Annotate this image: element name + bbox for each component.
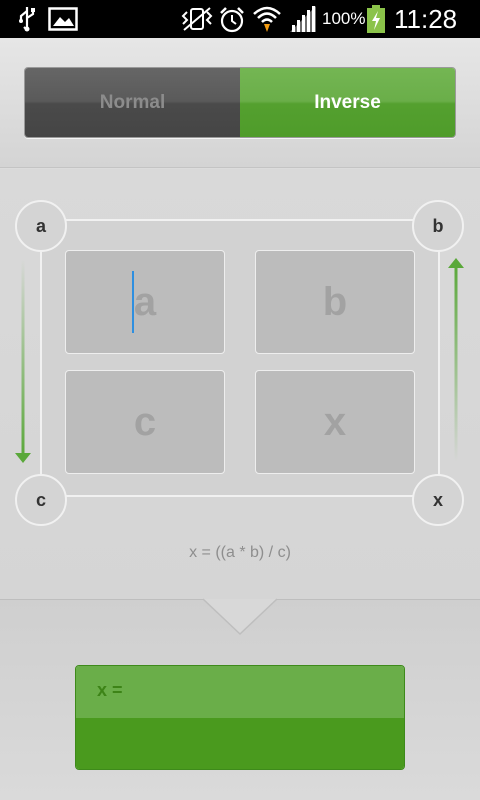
corner-b: b — [412, 200, 464, 252]
result-box: x = — [75, 665, 405, 770]
input-b-placeholder: b — [322, 279, 348, 324]
arrow-up-icon — [448, 258, 464, 462]
inverse-mode-button[interactable]: Inverse — [240, 68, 455, 137]
input-b[interactable]: b — [255, 250, 415, 354]
result-label: x = — [97, 680, 123, 700]
clock: 11:28 — [394, 4, 458, 34]
calculator-area: a b c x a b c x x = ((a * b) / c) — [0, 169, 480, 599]
corner-a: a — [15, 200, 67, 252]
input-a-placeholder: a — [133, 279, 157, 324]
normal-mode-button[interactable]: Normal — [25, 68, 240, 137]
mode-toggle-area: Normal Inverse — [0, 38, 480, 168]
corner-x: x — [412, 474, 464, 526]
usb-icon — [19, 7, 35, 32]
alarm-icon — [220, 7, 244, 33]
wifi-icon — [253, 6, 281, 32]
image-icon — [48, 7, 78, 31]
signal-icon — [290, 6, 316, 32]
input-c-placeholder: c — [133, 399, 157, 444]
mode-toggle: Normal Inverse — [24, 67, 456, 138]
battery-percent: 100% — [322, 9, 366, 28]
text-cursor — [132, 271, 134, 333]
vibrate-icon — [181, 7, 213, 31]
arrow-down-icon — [15, 259, 31, 463]
formula-text: x = ((a * b) / c) — [189, 544, 291, 561]
input-a[interactable]: a — [65, 250, 225, 354]
input-x[interactable]: x — [255, 370, 415, 474]
input-x-placeholder: x — [323, 399, 347, 444]
status-bar: 100% 11:28 — [0, 0, 480, 38]
pointer-notch — [203, 598, 277, 636]
corner-c: c — [15, 474, 67, 526]
battery-charging-icon — [367, 5, 385, 33]
input-c[interactable]: c — [65, 370, 225, 474]
